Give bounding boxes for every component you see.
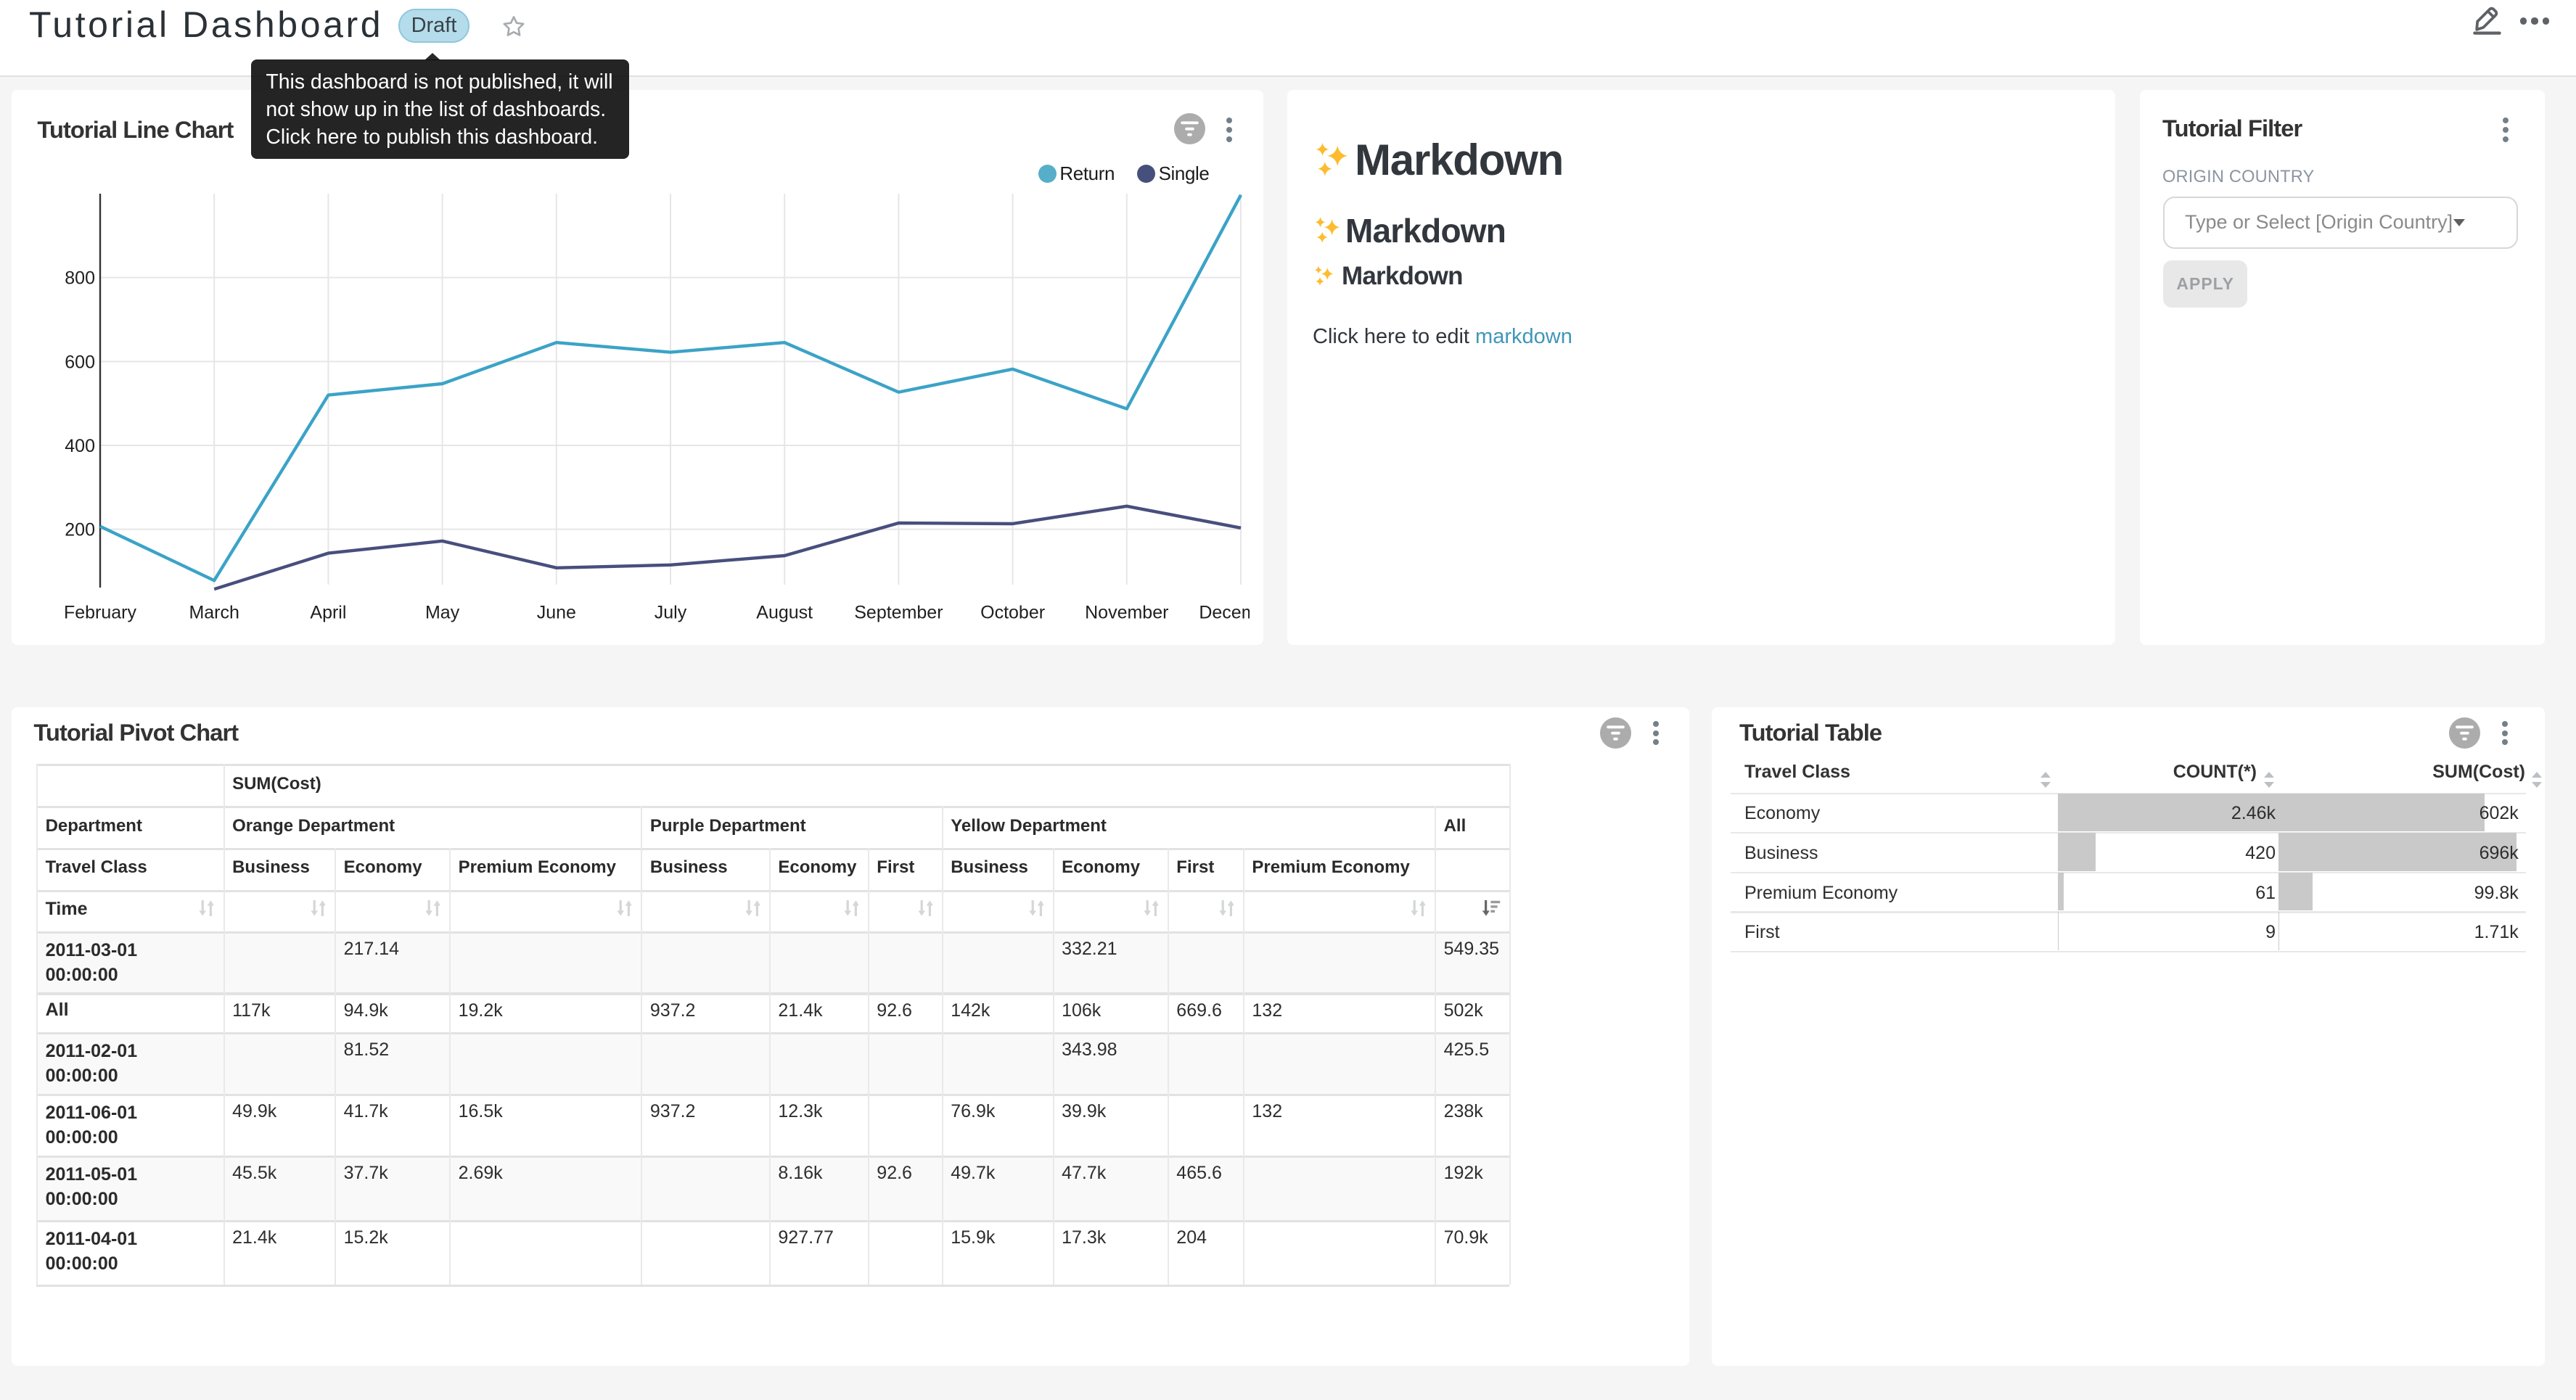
svg-text:October: October (980, 603, 1045, 623)
svg-text:800: 800 (65, 268, 95, 289)
svg-text:April: April (310, 603, 346, 623)
svg-text:February: February (64, 603, 137, 623)
svg-text:September: September (854, 603, 943, 623)
svg-text:600: 600 (65, 352, 95, 372)
svg-text:June: June (537, 603, 576, 623)
svg-text:400: 400 (65, 436, 95, 456)
svg-text:March: March (189, 603, 239, 623)
svg-text:November: November (1085, 603, 1168, 623)
svg-text:July: July (655, 603, 687, 623)
svg-text:May: May (425, 603, 460, 623)
svg-text:August: August (756, 603, 813, 623)
svg-text:December: December (1199, 603, 1250, 623)
svg-text:200: 200 (65, 520, 95, 540)
